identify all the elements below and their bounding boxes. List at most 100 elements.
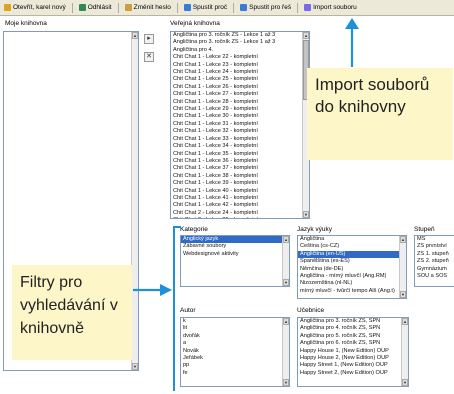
list-item[interactable]: Novák (181, 348, 289, 355)
list-item[interactable]: Chit Chat 1 - Lekce 23 - kompletní (171, 62, 309, 69)
scroll-down-icon[interactable]: ▼ (400, 291, 406, 298)
list-item[interactable]: Čeština (cs-CZ) (298, 243, 406, 250)
list-item[interactable]: Angličtina (en-US) (298, 250, 406, 259)
toolbar-separator (176, 2, 178, 13)
list-item[interactable]: Happy Street 1, (New Edition) OUP (298, 362, 408, 369)
public-library-list[interactable]: Angličtina pro 3. ročník ZŠ - Lekce 1 až… (170, 31, 310, 219)
list-item[interactable]: ZŠ prvníství (415, 243, 454, 250)
scroll-up-icon[interactable]: ▲ (283, 318, 289, 325)
list-item[interactable]: Angličtina (298, 236, 406, 243)
list-item[interactable]: Chit Chat 1 - Lekce 37 - kompletní (171, 165, 309, 172)
author-list[interactable]: k lit dvořák a Novák Jeřábek pp fe ▲ ▼ (180, 317, 290, 387)
list-item[interactable]: Chit Chat 1 - Lekce 36 - kompletní (171, 158, 309, 165)
language-scrollbar[interactable]: ▲ ▼ (399, 236, 406, 298)
list-item[interactable]: Španělština (es-ES) (298, 258, 406, 265)
list-item[interactable]: Chit Chat 1 - Lekce 41 - kompletní (171, 195, 309, 202)
filter-bracket-line (173, 226, 175, 391)
toolbar-item-label: Spustit pro řeš (249, 4, 292, 11)
list-item[interactable]: dvořák (181, 333, 289, 340)
list-item[interactable]: MŠ (415, 236, 454, 243)
list-item[interactable]: Angličtina pro 3. ročník ZŠ, SPN (298, 318, 408, 325)
list-item[interactable]: lit (181, 325, 289, 332)
scroll-up-icon[interactable]: ▲ (402, 318, 408, 325)
list-item[interactable]: Chit Chat 1 - Lekce 24 - kompletní (171, 69, 309, 76)
scroll-up-icon[interactable]: ▲ (132, 32, 138, 39)
list-item[interactable]: Chit Chat 1 - Lekce 33 - kompletní (171, 136, 309, 143)
list-item[interactable]: pp (181, 362, 289, 369)
scroll-down-icon[interactable]: ▼ (283, 279, 289, 286)
level-list[interactable]: MŠ ZŠ prvníství ZŠ 1. stupeň ZŠ 2. stupeň Gy… (414, 235, 454, 287)
list-item[interactable]: Anglický jazyk (181, 236, 289, 244)
my-library-scrollbar[interactable]: ▲ ▼ (131, 32, 138, 370)
list-item[interactable]: Chit Chat 1 - Lekce 40 - kompletní (171, 188, 309, 195)
list-item[interactable]: Zábavné soubory (181, 243, 289, 250)
list-item[interactable]: Chit Chat 1 - Lekce 39 - kompletní (171, 180, 309, 187)
scroll-up-icon[interactable]: ▲ (303, 32, 309, 39)
category-scrollbar[interactable]: ▲ ▼ (282, 236, 289, 286)
list-item[interactable]: Chit Chat 1 - Lekce 29 - kompletní (171, 106, 309, 113)
scroll-up-icon[interactable]: ▲ (283, 236, 289, 243)
toolbar-item-1[interactable]: Odhlásit (78, 4, 112, 11)
list-item[interactable]: Němčina (de-DE) (298, 266, 406, 273)
list-item[interactable]: Gymnázium (415, 266, 454, 273)
list-item[interactable]: Chit Chat 2 - Lekce 24 - kompletní (171, 210, 309, 217)
toolbar-item-2[interactable]: Změnit heslo (124, 4, 171, 11)
list-item[interactable]: k (181, 318, 289, 325)
import-callout: Import souborů do knihovny (307, 68, 453, 160)
scroll-down-icon[interactable]: ▼ (132, 363, 138, 370)
list-item[interactable]: Chit Chat 1 - Lekce 38 - kompletní (171, 173, 309, 180)
list-item[interactable]: Chit Chat 1 - Lekce 25 - kompletní (171, 76, 309, 83)
list-item[interactable]: ZŠ 1. stupeň (415, 251, 454, 258)
scroll-down-icon[interactable]: ▼ (303, 211, 309, 218)
list-item[interactable]: ZŠ 2. stupeň (415, 258, 454, 265)
import-icon (304, 4, 312, 11)
list-item[interactable]: Chit Chat 1 - Lekce 27 - kompletní (171, 91, 309, 98)
filter-bracket-top (173, 226, 181, 228)
toolbar-separator (71, 2, 73, 13)
list-item[interactable]: Chit Chat 1 - Lekce 42 - kompletní (171, 202, 309, 209)
category-label: Kategorie (180, 226, 208, 233)
list-item[interactable]: Nizozemština (nl-NL) (298, 280, 406, 287)
author-scrollbar[interactable]: ▲ ▼ (282, 318, 289, 386)
list-item[interactable]: Angličtina - mírný mluvčí (Ang.RM) (298, 273, 406, 280)
list-item[interactable]: fe (181, 370, 289, 377)
list-item[interactable]: Angličtina pro 3. ročník ZŠ - Lekce 1 až… (171, 39, 309, 46)
list-item[interactable]: Angličtina pro 4. (171, 47, 309, 54)
list-item[interactable]: mírný mluvčí - tvůrčí tempo Alš (Ang.t) (298, 288, 406, 295)
list-item[interactable]: Angličtina pro 6. ročník ZŠ, SPN (298, 340, 408, 347)
toolbar-item-5[interactable]: Import souboru (304, 4, 357, 11)
list-item[interactable]: Chit Chat 1 - Lekce 22 - kompletní (171, 54, 309, 61)
category-list[interactable]: Anglický jazyk Zábavné soubory Webdesignov… (180, 235, 290, 287)
toolbar-item-4[interactable]: Spustit pro řeš (240, 4, 291, 11)
list-item[interactable]: Happy House 1, (New Edition) OUP (298, 348, 408, 355)
toolbar-item-3[interactable]: Spustit proč (183, 4, 227, 11)
scroll-up-icon[interactable]: ▲ (400, 236, 406, 243)
list-item[interactable]: Angličtina pro 3. ročník ZŠ - Lekce 1 až… (171, 32, 309, 39)
list-item[interactable]: Chit Chat 2 - Lekce 25 - kompletní (171, 217, 309, 218)
toolbar-item-0[interactable]: Otevřít, karel nový (4, 4, 66, 11)
list-item[interactable]: Chit Chat 1 - Lekce 34 - kompletní (171, 143, 309, 150)
scroll-down-icon[interactable]: ▼ (402, 379, 408, 386)
filter-arrow-icon (133, 284, 172, 296)
list-item[interactable]: Angličtina pro 5. ročník ZŠ, SPN (298, 333, 408, 340)
remove-from-my-library-button[interactable]: ✕ (144, 52, 154, 62)
list-item[interactable]: a (181, 340, 289, 347)
list-item[interactable]: Jeřábek (181, 355, 289, 362)
list-item[interactable]: Chit Chat 1 - Lekce 30 - kompletní (171, 113, 309, 120)
list-item[interactable]: SOU a SOŠ (415, 273, 454, 280)
language-list[interactable]: Angličtina Čeština (cs-CZ) Angličtina (en-… (297, 235, 407, 299)
list-item[interactable]: Chit Chat 1 - Lekce 28 - kompletní (171, 99, 309, 106)
list-item[interactable]: Angličtina pro 4. ročník ZŠ, SPN (298, 325, 408, 332)
list-item[interactable]: Happy House 2, (New Edition) OUP (298, 355, 408, 362)
list-item[interactable]: Chit Chat 1 - Lekce 26 - kompletní (171, 84, 309, 91)
list-item[interactable]: Happy Street 2, (New Edition) OUP (298, 370, 408, 377)
scroll-down-icon[interactable]: ▼ (283, 379, 289, 386)
textbook-scrollbar[interactable]: ▲ ▼ (401, 318, 408, 386)
list-item[interactable]: Chit Chat 1 - Lekce 35 - kompletní (171, 151, 309, 158)
textbook-list[interactable]: Angličtina pro 3. ročník ZŠ, SPN Angličti… (297, 317, 409, 387)
list-item[interactable]: Webdesignové aktivity (181, 251, 289, 258)
level-label: Stupeň (414, 226, 435, 233)
add-to-my-library-button[interactable]: ▸ (144, 34, 154, 44)
list-item[interactable]: Chit Chat 1 - Lekce 31 - kompletní (171, 121, 309, 128)
list-item[interactable]: Chit Chat 1 - Lekce 32 - kompletní (171, 128, 309, 135)
